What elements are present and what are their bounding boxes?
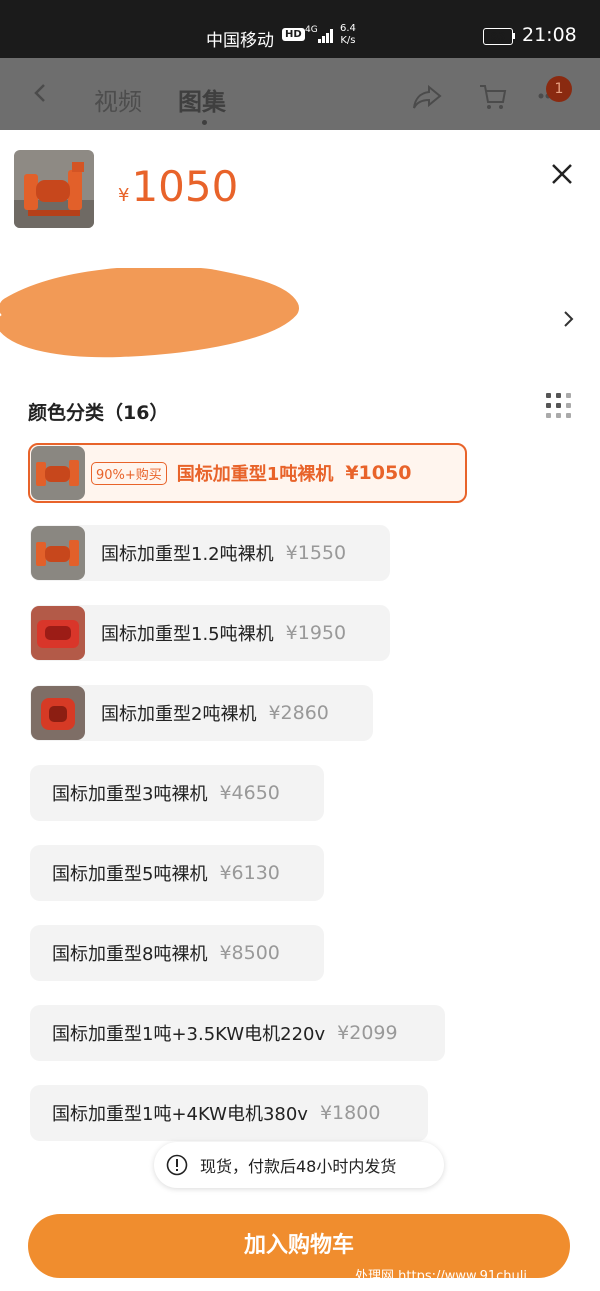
variant-price: ¥1050 [345,462,412,484]
variant-thumbnail [31,606,85,660]
product-price: ¥1050 [118,162,238,211]
price-amount: 1050 [131,162,239,211]
sku-selection-sheet: ¥1050 颜色分类（16） 90%+购买 国标加重型1吨裸机 ¥1050 国标… [0,130,600,1291]
variant-price: ¥8500 [219,942,280,964]
battery-level: 93 [490,30,506,43]
battery-icon: 93 [483,28,513,45]
watermark: 处理网 https://www.91chuli [355,1269,527,1284]
status-bar: 中国移动 HD 4G 6.4 K/s 93 21:08 [0,0,600,58]
variant-name: 国标加重型1吨裸机 [176,464,334,485]
grid-view-icon[interactable] [546,393,572,419]
variant-price: ¥1950 [285,622,347,644]
purchase-rate-tag: 90%+购买 [91,461,167,485]
variant-section-title: 颜色分类（16） [28,402,169,424]
variant-name: 国标加重型1吨+3.5KW电机220v [52,1024,326,1045]
variant-price: ¥6130 [219,862,280,884]
variant-thumbnail [31,446,85,500]
variant-option[interactable]: 国标加重型8吨裸机 ¥8500 [30,925,324,981]
share-icon[interactable] [412,84,442,110]
carrier-label: 中国移动 [206,31,274,51]
close-icon[interactable] [548,160,576,188]
active-tab-indicator [202,120,207,125]
network-type: 4G [305,25,318,35]
variant-option[interactable]: 国标加重型5吨裸机 ¥6130 [30,845,324,901]
variant-name: 国标加重型3吨裸机 [52,784,208,805]
variant-thumbnail [31,686,85,740]
info-icon [166,1154,188,1176]
variant-price: ¥4650 [219,782,280,804]
variant-option-selected[interactable]: 90%+购买 国标加重型1吨裸机 ¥1050 [28,443,467,503]
hd-badge: HD [282,28,305,41]
currency-symbol: ¥ [118,185,130,206]
tab-video[interactable]: 视频 [94,82,142,117]
variant-name: 国标加重型8吨裸机 [52,944,208,965]
variant-name: 国标加重型1.5吨裸机 [101,624,274,645]
cart-icon[interactable] [478,82,508,112]
variant-option[interactable]: 国标加重型1吨+3.5KW电机220v ¥2099 [30,1005,445,1061]
variant-option[interactable]: 国标加重型1.5吨裸机 ¥1950 [30,605,390,661]
variant-name: 国标加重型5吨裸机 [52,864,208,885]
chevron-right-icon[interactable] [560,308,576,330]
variant-option[interactable]: 国标加重型2吨裸机 ¥2860 [30,685,373,741]
variant-price: ¥1550 [285,542,347,564]
variant-name: 国标加重型1.2吨裸机 [101,544,274,565]
variant-name: 国标加重型2吨裸机 [101,704,257,725]
shipping-notice: 现货，付款后48小时内发货 [154,1142,444,1188]
variant-option[interactable]: 国标加重型1.2吨裸机 ¥1550 [30,525,390,581]
back-arrow-icon[interactable] [30,82,52,104]
variant-price: ¥1800 [319,1102,381,1124]
clock: 21:08 [522,24,577,46]
cart-count-badge: 1 [546,76,572,102]
variant-thumbnail [31,526,85,580]
speed-value: 6.4 [340,23,356,34]
signal-icon [318,29,334,43]
variant-name: 国标加重型1吨+4KW电机380v [52,1104,308,1125]
redacted-address-scribble[interactable] [0,268,300,358]
top-nav-bar: 视频 图集 [0,58,600,130]
shipping-notice-text: 现货，付款后48小时内发货 [200,1157,397,1176]
tab-gallery[interactable]: 图集 [178,82,226,117]
variant-price: ¥2860 [268,702,329,724]
speed-unit: K/s [340,35,356,46]
network-speed: 6.4 K/s [340,23,356,47]
variant-option[interactable]: 国标加重型1吨+4KW电机380v ¥1800 [30,1085,428,1141]
product-thumbnail[interactable] [14,150,94,228]
variant-option[interactable]: 国标加重型3吨裸机 ¥4650 [30,765,324,821]
variant-price: ¥2099 [337,1022,398,1044]
